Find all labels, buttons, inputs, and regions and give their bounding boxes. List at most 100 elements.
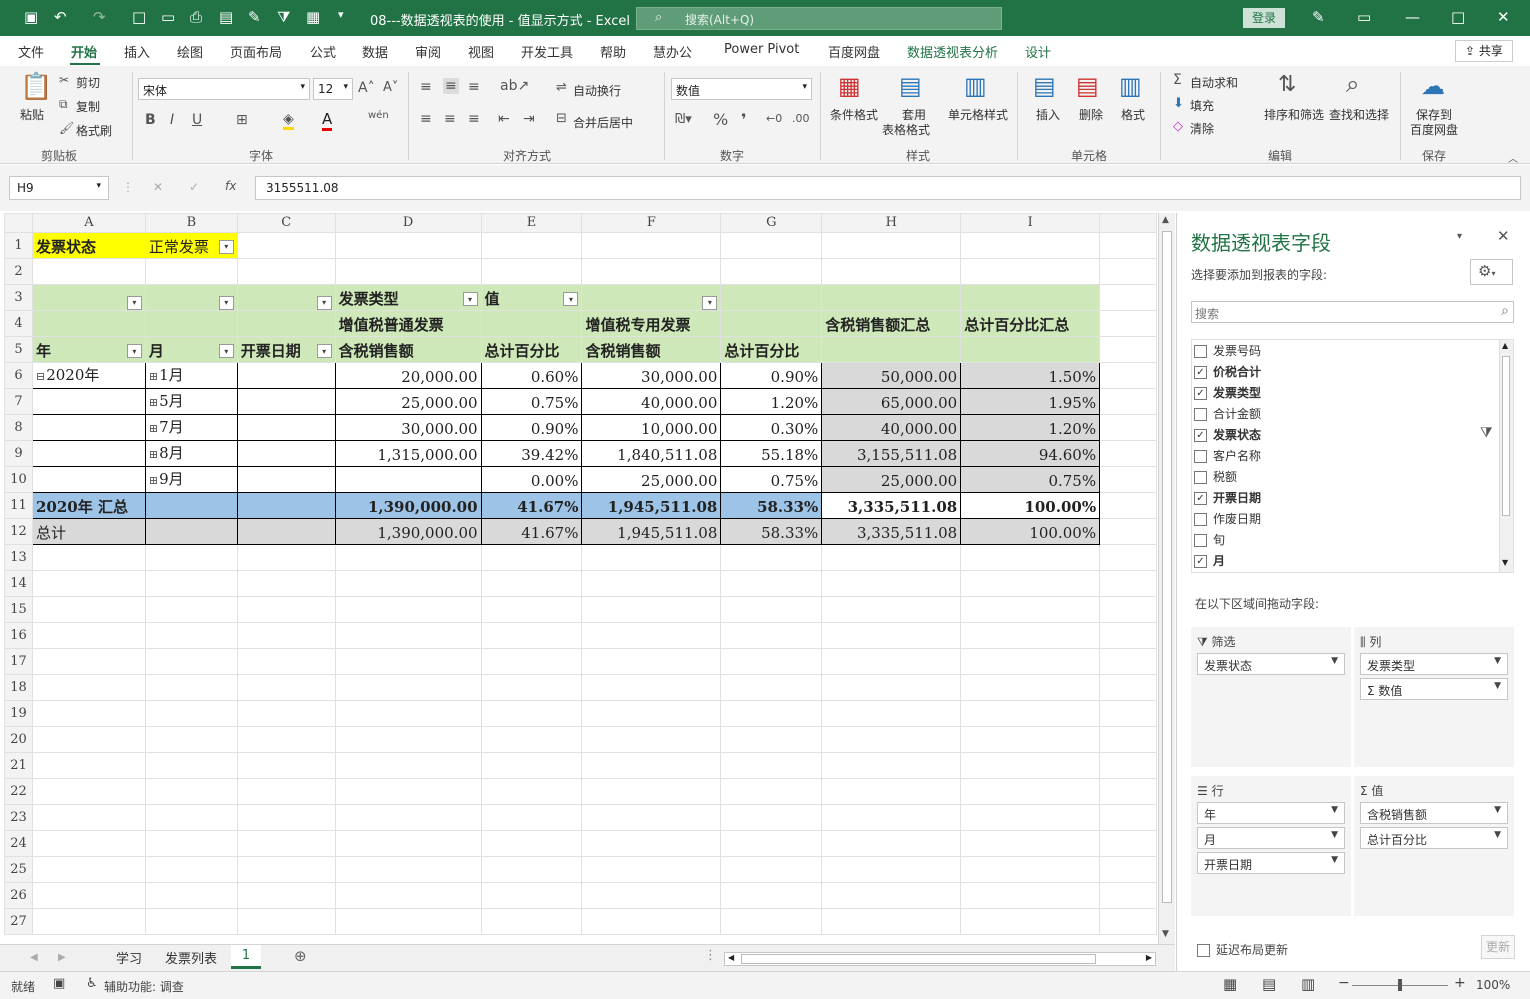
cell-d4[interactable]: 增值税普通发票	[334, 310, 482, 337]
cell[interactable]	[31, 674, 146, 701]
cell-b4[interactable]	[144, 310, 238, 337]
find-select-icon[interactable]: ⌕	[1346, 70, 1359, 98]
cell[interactable]	[581, 856, 722, 883]
cell[interactable]	[960, 570, 1101, 597]
expand-icon[interactable]: ⊞	[149, 448, 158, 461]
cell[interactable]	[581, 752, 722, 779]
cell[interactable]	[1099, 362, 1157, 389]
pen-icon[interactable]: ✎	[1312, 8, 1325, 26]
scroll-down-icon[interactable]: ▼	[1502, 558, 1508, 567]
tab-help[interactable]: 帮助	[600, 42, 626, 61]
cell[interactable]	[821, 726, 962, 753]
cell[interactable]	[1099, 544, 1157, 571]
cell[interactable]	[960, 232, 1101, 259]
cell[interactable]	[144, 778, 238, 805]
field-item[interactable]: 税额	[1194, 467, 1237, 487]
format-cells-icon[interactable]: ▥	[1119, 72, 1142, 100]
checkbox[interactable]	[1197, 944, 1210, 957]
cell[interactable]	[1099, 596, 1157, 623]
cell[interactable]	[334, 778, 482, 805]
cell[interactable]	[31, 544, 146, 571]
paste-icon[interactable]: 📋	[20, 72, 52, 102]
cell[interactable]	[960, 700, 1101, 727]
cut-button[interactable]: 剪切	[76, 74, 100, 91]
cell[interactable]	[960, 882, 1101, 909]
cell[interactable]	[821, 570, 962, 597]
checkbox[interactable]	[1194, 513, 1207, 526]
update-button[interactable]: 更新	[1481, 935, 1515, 959]
cell[interactable]	[821, 778, 962, 805]
pane-options-icon[interactable]: ▾	[1457, 231, 1462, 242]
cell[interactable]	[236, 544, 336, 571]
cell[interactable]	[334, 570, 482, 597]
cell-styles-icon[interactable]: ▥	[964, 72, 987, 100]
cell[interactable]	[960, 258, 1101, 285]
field-item[interactable]: ✓ 月	[1194, 551, 1225, 571]
cell[interactable]	[720, 908, 823, 935]
cell[interactable]	[1099, 232, 1157, 259]
cell[interactable]	[334, 700, 482, 727]
autosum-button[interactable]: 自动求和	[1190, 74, 1238, 91]
expand-icon[interactable]: ⊞	[149, 422, 158, 435]
cell[interactable]	[1099, 440, 1157, 467]
collapse-ribbon-icon[interactable]: ︿	[1508, 150, 1518, 165]
checkbox[interactable]	[1194, 471, 1207, 484]
cell[interactable]	[720, 258, 823, 285]
cell[interactable]	[31, 856, 146, 883]
cell[interactable]	[720, 648, 823, 675]
search-input[interactable]: ⌕ 搜索(Alt+Q)	[636, 7, 1002, 30]
cell[interactable]	[581, 544, 722, 571]
cell[interactable]	[236, 596, 336, 623]
function-icon[interactable]: fx	[225, 179, 236, 193]
scroll-left-icon[interactable]: ◀	[728, 953, 734, 962]
cell-c8[interactable]	[236, 414, 336, 441]
dropdown-icon[interactable]: ▾	[316, 344, 332, 358]
cell[interactable]	[1099, 310, 1157, 337]
field-item[interactable]: 作废日期	[1194, 509, 1261, 529]
cell[interactable]	[480, 700, 583, 727]
dropdown-icon[interactable]: ▾	[702, 296, 718, 310]
cell-e4[interactable]	[480, 310, 583, 337]
cell-c3[interactable]: ▾	[236, 284, 336, 311]
cell[interactable]	[480, 258, 583, 285]
merge-center-icon[interactable]: ⊟	[556, 111, 567, 126]
cell[interactable]	[1099, 284, 1157, 311]
dropdown-icon[interactable]: ▾	[218, 296, 234, 310]
checkbox[interactable]	[1194, 450, 1207, 463]
column-header[interactable]: D	[334, 213, 482, 233]
cell[interactable]	[960, 622, 1101, 649]
cell-a4[interactable]	[31, 310, 146, 337]
column-header[interactable]: B	[144, 213, 238, 233]
checkbox-checked[interactable]: ✓	[1194, 366, 1207, 379]
cell[interactable]	[581, 648, 722, 675]
filter-area[interactable]: ⧩ 筛选 发票状态 ▼	[1191, 627, 1351, 767]
row-header[interactable]: 20	[4, 726, 33, 753]
cell-c10[interactable]	[236, 466, 336, 493]
increase-indent-icon[interactable]: ⇥	[523, 111, 535, 127]
maximize-icon[interactable]: □	[1451, 8, 1465, 26]
cell[interactable]	[1099, 726, 1157, 753]
cell[interactable]	[144, 830, 238, 857]
undo-icon[interactable]: ↶	[54, 8, 67, 26]
rows-area[interactable]: ☰ 行 年 ▼ 月 ▼ 开票日期 ▼	[1191, 776, 1351, 916]
cell[interactable]	[236, 674, 336, 701]
checkbox[interactable]	[1194, 345, 1207, 358]
cell[interactable]	[821, 856, 962, 883]
cell[interactable]	[1099, 752, 1157, 779]
cell[interactable]	[144, 544, 238, 571]
fill-button[interactable]: 填充	[1190, 97, 1214, 114]
row-header[interactable]: 5	[4, 336, 33, 363]
login-button[interactable]: 登录	[1243, 8, 1285, 28]
cell-e3[interactable]: 值 ▾	[480, 284, 583, 311]
cell[interactable]	[720, 830, 823, 857]
insert-cells-icon[interactable]: ▤	[1033, 72, 1056, 100]
cell[interactable]	[236, 882, 336, 909]
cell[interactable]	[144, 258, 238, 285]
cell-b3[interactable]: ▾	[144, 284, 238, 311]
scroll-thumb[interactable]	[1502, 356, 1510, 516]
tab-review[interactable]: 审阅	[415, 42, 441, 61]
dropdown-icon[interactable]: ▾	[563, 292, 579, 306]
minimize-icon[interactable]: —	[1405, 8, 1420, 26]
cell-i6[interactable]: 1.50%	[960, 362, 1101, 389]
cell[interactable]	[31, 804, 146, 831]
